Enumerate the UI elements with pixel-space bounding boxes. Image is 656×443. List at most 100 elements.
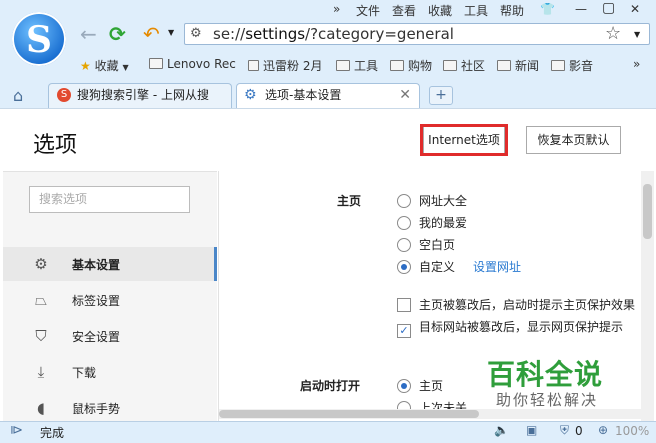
- startup-label: 启动时打开: [300, 379, 361, 393]
- address-dropdown-icon[interactable]: ▼: [634, 30, 640, 39]
- tab-label: 搜狗搜索引擎 - 上网从搜: [77, 88, 209, 102]
- restore-defaults-button[interactable]: 恢复本页默认: [526, 126, 621, 154]
- bookmark-label: 工具: [354, 59, 379, 73]
- homepage-option-nav[interactable]: 网址大全: [397, 192, 467, 209]
- option-label: 主页: [419, 379, 444, 393]
- folder-icon: [336, 60, 350, 71]
- back-icon[interactable]: ←: [80, 24, 97, 44]
- bookmark-news[interactable]: 新闻: [497, 57, 539, 74]
- radio-icon: [397, 194, 411, 208]
- bookmark-xunlei[interactable]: 迅雷粉 2月: [248, 57, 322, 74]
- shield-status-icon[interactable]: ⛨: [560, 423, 569, 438]
- search-input[interactable]: 搜索选项: [29, 186, 190, 213]
- close-window-button[interactable]: ✕: [630, 2, 640, 16]
- sidebar-item-security[interactable]: ⛉ 安全设置: [3, 319, 217, 353]
- sidebar-item-label: 标签设置: [72, 294, 121, 308]
- folder-icon: [497, 60, 511, 71]
- undo-close-icon[interactable]: ↶: [143, 24, 160, 44]
- watermark-subtitle: 助你轻松解决: [496, 391, 599, 409]
- homepage-option-custom[interactable]: 自定义 设置网址: [397, 258, 521, 275]
- homepage-option-favorites[interactable]: 我的最爱: [397, 214, 467, 231]
- sidebar-item-basic[interactable]: ⚙ 基本设置: [3, 247, 217, 281]
- homepage-option-blank[interactable]: 空白页: [397, 236, 455, 253]
- radio-selected-icon: [397, 379, 411, 393]
- bookmark-shopping[interactable]: 购物: [390, 57, 432, 74]
- bookmark-label: 新闻: [515, 59, 540, 73]
- sidebar-item-tabs[interactable]: ⏢ 标签设置: [3, 283, 217, 317]
- site-tamper-check[interactable]: ✓ 目标网站被篡改后，显示网页保护提示: [397, 318, 623, 338]
- menu-help[interactable]: 帮助: [500, 2, 524, 19]
- bookmark-label: 迅雷粉 2月: [263, 59, 323, 73]
- bookmark-tools[interactable]: 工具: [336, 57, 378, 74]
- sidebar-item-label: 鼠标手势: [72, 402, 121, 416]
- logo-letter-icon: S: [26, 19, 52, 61]
- maximize-button[interactable]: ▢: [602, 0, 615, 16]
- status-bar: [0, 421, 656, 443]
- folder-icon: [390, 60, 404, 71]
- menu-tools[interactable]: 工具: [464, 2, 488, 19]
- sidebar-divider: [218, 171, 219, 421]
- star-favorite-icon[interactable]: ☆: [605, 23, 621, 44]
- zoom-icon[interactable]: ⊕: [598, 423, 608, 437]
- option-label: 主页被篡改后，启动时提示主页保护效果: [419, 298, 636, 312]
- zoom-level[interactable]: 100%: [615, 424, 649, 438]
- star-icon: ★: [80, 59, 91, 73]
- bookmark-label: Lenovo Rec: [167, 57, 236, 71]
- bookmark-lenovo[interactable]: Lenovo Rec: [149, 57, 236, 71]
- homepage-tamper-check[interactable]: 主页被篡改后，启动时提示主页保护效果: [397, 296, 635, 313]
- checkbox-checked-icon: ✓: [397, 324, 411, 338]
- radio-icon: [397, 401, 411, 409]
- address-text[interactable]: se://settings/?category=general: [213, 25, 454, 43]
- menu-overflow-icon[interactable]: »: [333, 2, 340, 16]
- radio-icon: [397, 238, 411, 252]
- sogou-logo: S: [12, 12, 66, 66]
- sidebar-toggle-icon[interactable]: ⧐: [10, 423, 23, 438]
- url-path: /?category=general: [305, 25, 454, 43]
- radio-selected-icon: [397, 260, 411, 274]
- sogou-favicon-icon: S: [57, 88, 71, 102]
- refresh-icon[interactable]: ⟳: [109, 24, 126, 44]
- gear-icon: ⚙: [34, 255, 48, 273]
- tab-options[interactable]: ⚙ 选项-基本设置 ✕: [236, 83, 420, 108]
- homepage-label: 主页: [337, 194, 362, 208]
- minimize-button[interactable]: —: [575, 2, 587, 16]
- option-label: 我的最爱: [419, 216, 468, 230]
- screenshot-icon[interactable]: ▣: [526, 423, 537, 437]
- chevron-down-icon[interactable]: ▼: [168, 28, 174, 37]
- bookmark-favorites[interactable]: ★ 收藏 ▼: [80, 57, 129, 74]
- bookmark-community[interactable]: 社区: [443, 57, 485, 74]
- horizontal-scroll-thumb[interactable]: [219, 410, 479, 418]
- page-title: 选项: [33, 133, 78, 158]
- blocked-count: 0: [575, 424, 583, 438]
- menu-view[interactable]: 查看: [392, 2, 416, 19]
- sidebar-item-label: 安全设置: [72, 330, 121, 344]
- home-icon[interactable]: ⌂: [13, 86, 23, 105]
- status-text: 完成: [40, 426, 65, 440]
- bookmark-label: 购物: [408, 59, 433, 73]
- url-host: settings: [245, 25, 306, 43]
- set-url-link[interactable]: 设置网址: [473, 260, 521, 274]
- bookmark-label: 收藏: [94, 59, 119, 73]
- option-label: 目标网站被篡改后，显示网页保护提示: [419, 320, 624, 334]
- settings-gear-icon: ⚙: [190, 26, 202, 41]
- sidebar-item-label: 下载: [72, 366, 97, 380]
- folder-icon: [443, 60, 457, 71]
- sidebar-item-download[interactable]: ⤓ 下载: [3, 355, 217, 389]
- vertical-scroll-thumb[interactable]: [643, 184, 652, 239]
- startup-option-last[interactable]: 上次未关: [397, 399, 467, 409]
- bookmark-media[interactable]: 影音: [551, 57, 593, 74]
- download-icon: ⤓: [37, 363, 45, 381]
- bookmarks-overflow-icon[interactable]: »: [633, 57, 640, 71]
- startup-option-home[interactable]: 主页: [397, 377, 443, 394]
- menu-favorites[interactable]: 收藏: [428, 2, 452, 19]
- sidebar-item-mouse[interactable]: ◖ 鼠标手势: [3, 391, 217, 421]
- close-tab-icon[interactable]: ✕: [399, 84, 411, 107]
- menu-file[interactable]: 文件: [356, 2, 380, 19]
- folder-icon: [551, 60, 565, 71]
- option-label: 自定义: [419, 260, 456, 274]
- speaker-icon[interactable]: 🔈: [494, 423, 509, 437]
- radio-icon: [397, 216, 411, 230]
- skin-icon[interactable]: 👕: [540, 2, 555, 16]
- new-tab-button[interactable]: +: [429, 86, 453, 105]
- tab-sogou-search[interactable]: S 搜狗搜索引擎 - 上网从搜: [48, 83, 232, 108]
